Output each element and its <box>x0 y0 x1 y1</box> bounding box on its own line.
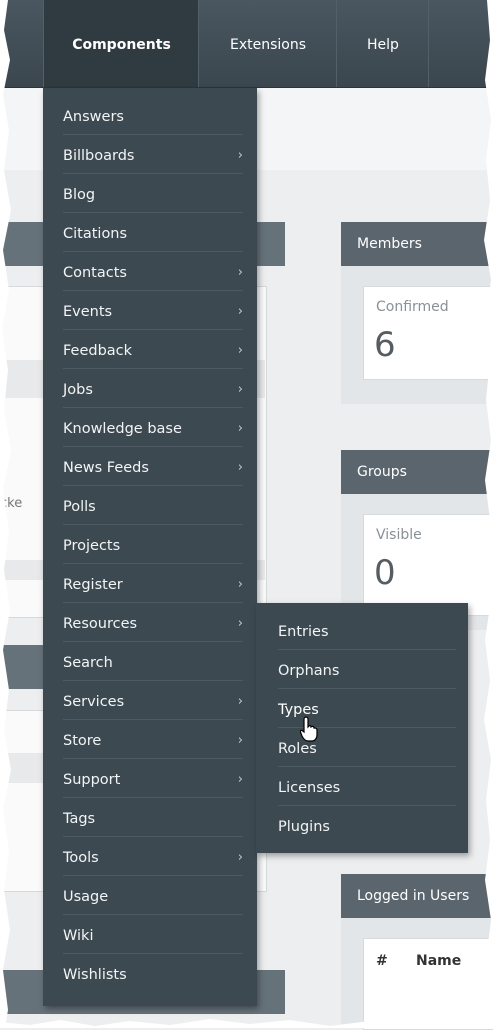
submenu-item-licenses[interactable]: Licenses <box>278 768 456 806</box>
menu-item-projects[interactable]: Projects <box>63 526 243 564</box>
menu-item-resources[interactable]: Resources › <box>63 604 243 642</box>
menu-item-label: Answers <box>63 109 124 125</box>
chevron-right-icon: › <box>237 772 243 787</box>
menu-item-label: Usage <box>63 889 109 905</box>
menu-item-label: Contacts <box>63 265 127 281</box>
members-stat-card: Confirmed 6 <box>363 286 493 380</box>
menu-item-register[interactable]: Register › <box>63 565 243 603</box>
menu-item-citations[interactable]: Citations <box>63 214 243 252</box>
chevron-right-icon: › <box>237 304 243 319</box>
menu-item-label: Blog <box>63 187 96 203</box>
nav-extensions[interactable]: Extensions <box>198 0 337 87</box>
chevron-right-icon: › <box>237 616 243 631</box>
visible-label: Visible <box>376 527 422 543</box>
confirmed-value: 6 <box>374 325 396 365</box>
chevron-right-icon: › <box>237 733 243 748</box>
menu-item-label: Feedback <box>63 343 133 359</box>
chevron-right-icon: › <box>237 343 243 358</box>
menu-item-label: Tags <box>63 811 96 827</box>
menu-item-label: Knowledge base <box>63 421 182 437</box>
menu-item-label: Billboards <box>63 148 135 164</box>
menu-item-store[interactable]: Store › <box>63 721 243 759</box>
menu-item-label: Register <box>63 577 123 593</box>
submenu-item-plugins[interactable]: Plugins <box>278 807 456 845</box>
top-navigation-bar: Components Extensions Help <box>0 0 493 88</box>
menu-item-label: Store <box>63 733 102 749</box>
menu-item-feedback[interactable]: Feedback › <box>63 331 243 369</box>
submenu-item-orphans[interactable]: Orphans <box>278 651 456 689</box>
menu-item-label: Resources <box>63 616 138 632</box>
submenu-item-entries[interactable]: Entries <box>278 612 456 650</box>
torn-edge-left <box>0 0 11 1028</box>
menu-item-news-feeds[interactable]: News Feeds › <box>63 448 243 486</box>
menu-item-answers[interactable]: Answers <box>63 97 243 135</box>
menu-item-support[interactable]: Support › <box>63 760 243 798</box>
menu-item-label: Projects <box>63 538 121 554</box>
visible-value: 0 <box>374 553 396 593</box>
menu-item-label: Events <box>63 304 113 320</box>
col-hash: # <box>376 953 388 969</box>
logged-in-users-title: Logged in Users <box>341 874 493 918</box>
groups-title: Groups <box>341 450 493 494</box>
menu-item-label: Jobs <box>63 382 93 398</box>
resources-submenu: Entries Orphans Types Roles Licenses Plu… <box>256 603 468 853</box>
menu-item-tags[interactable]: Tags <box>63 799 243 837</box>
menu-item-jobs[interactable]: Jobs › <box>63 370 243 408</box>
menu-item-usage[interactable]: Usage <box>63 877 243 915</box>
menu-item-label: Polls <box>63 499 96 515</box>
menu-item-blog[interactable]: Blog <box>63 175 243 213</box>
groups-stat-card: Visible 0 <box>363 514 493 616</box>
menu-item-label: Wishlists <box>63 967 127 983</box>
menu-item-knowledge-base[interactable]: Knowledge base › <box>63 409 243 447</box>
menu-item-search[interactable]: Search <box>63 643 243 681</box>
menu-item-contacts[interactable]: Contacts › <box>63 253 243 291</box>
col-name: Name <box>416 953 462 969</box>
nav-help[interactable]: Help <box>336 0 429 87</box>
hand-pointer-icon <box>300 716 318 742</box>
chevron-right-icon: › <box>237 460 243 475</box>
menu-item-wiki[interactable]: Wiki <box>63 916 243 954</box>
members-module: Members Confirmed 6 <box>341 222 493 404</box>
torn-edge-right <box>484 0 493 1028</box>
members-title: Members <box>341 222 493 266</box>
chevron-right-icon: › <box>237 382 243 397</box>
components-dropdown-menu: Answers Billboards › Blog Citations Conta… <box>43 88 257 1006</box>
menu-item-label: Search <box>63 655 113 671</box>
menu-item-label: News Feeds <box>63 460 149 476</box>
menu-item-wishlists[interactable]: Wishlists <box>63 955 243 993</box>
menu-item-label: Wiki <box>63 928 94 944</box>
chevron-right-icon: › <box>237 148 243 163</box>
menu-item-label: Services <box>63 694 125 710</box>
chevron-right-icon: › <box>237 694 243 709</box>
chevron-right-icon: › <box>237 577 243 592</box>
menu-item-services[interactable]: Services › <box>63 682 243 720</box>
chevron-right-icon: › <box>237 421 243 436</box>
menu-item-label: Citations <box>63 226 128 242</box>
chevron-right-icon: › <box>237 850 243 865</box>
nav-components[interactable]: Components <box>43 0 199 87</box>
confirmed-label: Confirmed <box>376 299 449 315</box>
torn-edge-bottom <box>0 1019 493 1028</box>
menu-item-billboards[interactable]: Billboards › <box>63 136 243 174</box>
chevron-right-icon: › <box>237 265 243 280</box>
menu-item-label: Support <box>63 772 121 788</box>
menu-item-events[interactable]: Events › <box>63 292 243 330</box>
menu-item-label: Tools <box>63 850 99 866</box>
logged-in-users-module: Logged in Users # Name <box>341 874 493 1030</box>
menu-item-tools[interactable]: Tools › <box>63 838 243 876</box>
menu-item-polls[interactable]: Polls <box>63 487 243 525</box>
